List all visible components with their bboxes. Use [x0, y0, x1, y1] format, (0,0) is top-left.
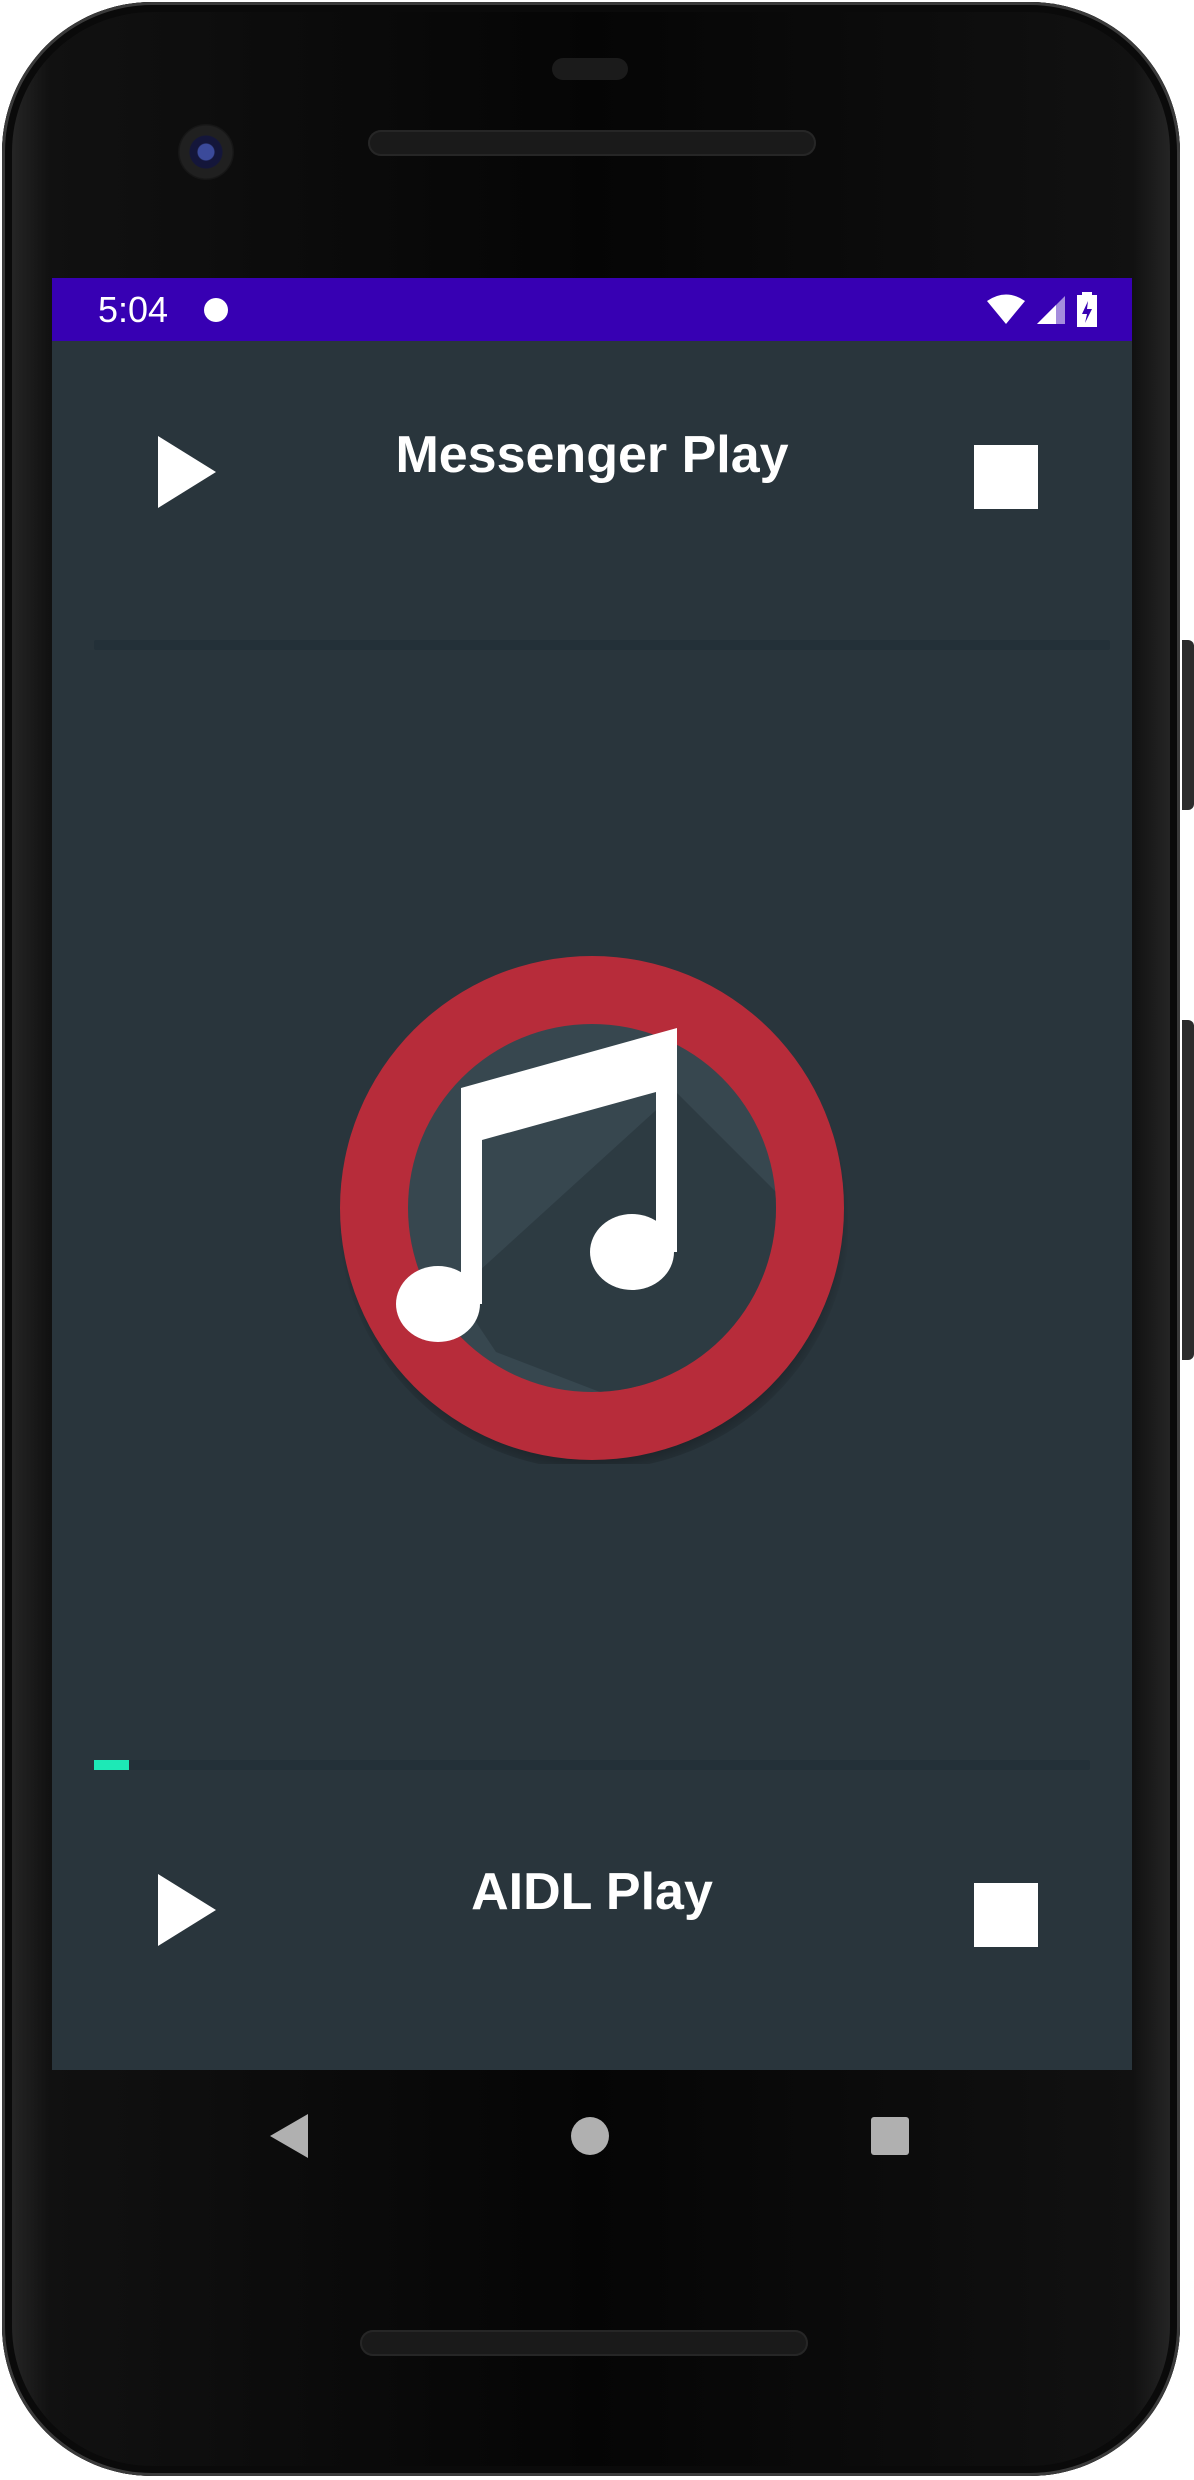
- recents-icon: [871, 2117, 909, 2155]
- album-art: [336, 952, 850, 1470]
- device-frame: 5:04 Messenger Play AIDL Play: [0, 0, 1194, 2480]
- bottom-speaker-grille: [360, 2330, 808, 2356]
- back-icon: [270, 2114, 308, 2158]
- wifi-icon: [987, 294, 1025, 324]
- aidl-progress-fill: [94, 1760, 129, 1770]
- status-time: 5:04: [98, 289, 169, 330]
- aidl-title: AIDL Play: [471, 1863, 713, 1921]
- messenger-title: Messenger Play: [395, 426, 789, 484]
- aidl-player-row: AIDL Play: [52, 1778, 1132, 1978]
- status-bar: 5:04: [52, 278, 1132, 341]
- notification-dot-icon: [204, 298, 228, 322]
- aidl-stop-button[interactable]: [974, 1883, 1038, 1947]
- messenger-progress-bar[interactable]: [94, 640, 1110, 650]
- app-screen: 5:04 Messenger Play AIDL Play: [52, 278, 1132, 2070]
- aidl-progress-bar[interactable]: [94, 1760, 1090, 1770]
- power-button: [1182, 640, 1194, 810]
- signal-icon: [1037, 296, 1065, 324]
- messenger-player-row: Messenger Play: [52, 341, 1132, 541]
- battery-charging-icon: [1077, 292, 1097, 327]
- volume-rocker: [1182, 1020, 1194, 1360]
- front-camera-icon: [178, 124, 234, 180]
- earpiece: [552, 58, 628, 80]
- messenger-stop-button[interactable]: [974, 445, 1038, 509]
- music-note-icon: [338, 956, 850, 1470]
- nav-recents-button[interactable]: [870, 2116, 910, 2161]
- nav-home-button[interactable]: [570, 2116, 610, 2161]
- status-icons: [986, 292, 1098, 328]
- home-icon: [571, 2117, 609, 2155]
- top-speaker-grille: [368, 130, 816, 156]
- nav-back-button[interactable]: [268, 2112, 312, 2165]
